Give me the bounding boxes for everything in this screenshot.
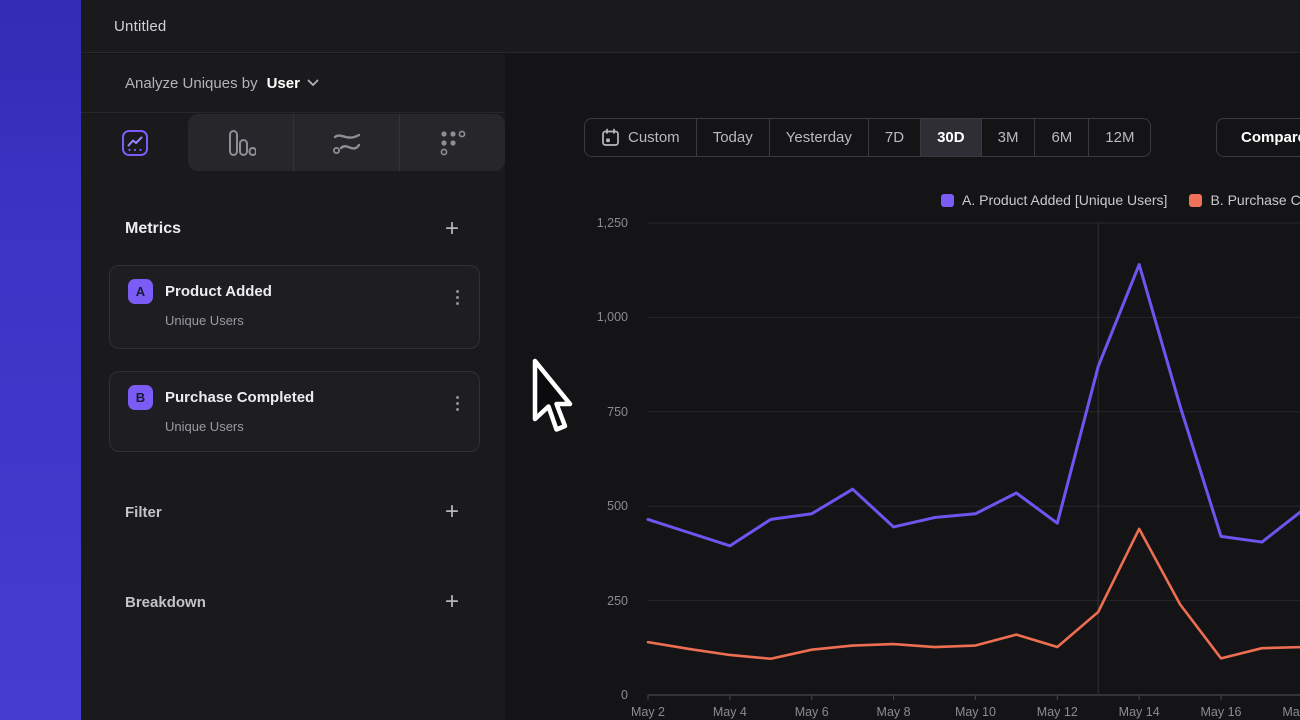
metrics-section-header: Metrics + [125,214,459,244]
retention-dots-icon [438,129,468,157]
tab-flows[interactable] [293,114,399,171]
chevron-down-icon [307,79,319,87]
metric-subtitle[interactable]: Unique Users [165,419,461,434]
chart-panel: CustomTodayYesterday7D30D3M6M12M Compare… [505,54,1300,720]
metric-subtitle[interactable]: Unique Users [165,313,461,328]
metric-title: Purchase Completed [165,389,314,406]
top-bar: Untitled [81,0,1300,53]
left-gradient-strip [0,0,81,720]
tab-insights-line-chart[interactable] [81,114,188,171]
analyze-by-label: Analyze Uniques by [125,75,258,92]
filter-section-header: Filter + [125,497,459,527]
tab-retention[interactable] [399,114,505,171]
bar-chart-icon [226,129,256,157]
metric-title: Product Added [165,283,272,300]
metric-badge-b: B [128,385,153,410]
series-line-a[interactable] [648,265,1300,546]
add-metric-button[interactable]: + [445,217,459,241]
metrics-label: Metrics [125,220,181,238]
chart-type-tabs [81,114,505,171]
tab-bar-chart[interactable] [188,114,293,171]
line-chart[interactable]: 02505007501,0001,250May 2May 4May 6May 8… [505,54,1300,720]
filter-label: Filter [125,504,162,521]
add-filter-button[interactable]: + [445,500,459,524]
metric-badge-a: A [128,279,153,304]
breakdown-section-header: Breakdown + [125,587,459,617]
analyze-by-selector[interactable]: Analyze Uniques by User [81,54,505,113]
inactive-tab-strip [188,114,505,171]
metric-card-a[interactable]: A Product Added Unique Users [109,265,480,349]
flows-icon [331,130,363,156]
series-line-b[interactable] [648,529,1300,659]
report-title[interactable]: Untitled [114,18,166,35]
metric-card-b[interactable]: B Purchase Completed Unique Users [109,371,480,452]
query-sidebar: Analyze Uniques by User [81,54,505,720]
metric-options-menu-icon[interactable] [452,392,463,415]
analyze-by-value[interactable]: User [267,75,300,92]
metric-options-menu-icon[interactable] [452,286,463,309]
add-breakdown-button[interactable]: + [445,590,459,614]
app-window: Untitled Analyze Uniques by User [0,0,1300,720]
line-chart-icon [121,129,149,157]
breakdown-label: Breakdown [125,594,206,611]
